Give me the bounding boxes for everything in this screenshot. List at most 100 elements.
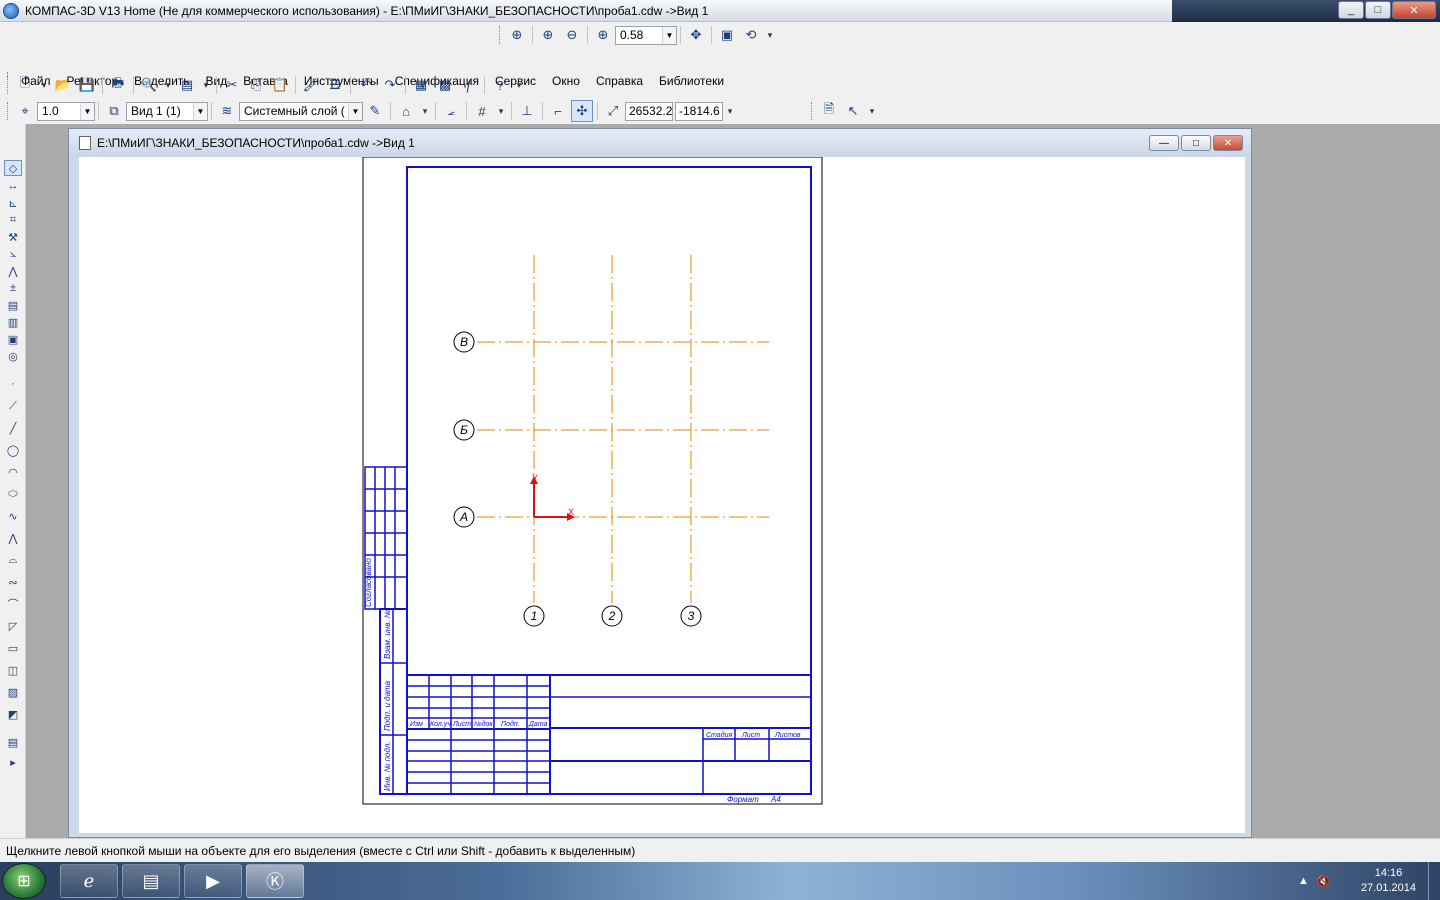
document-params-icon[interactable]: 🗎 (818, 100, 840, 122)
redo-icon[interactable]: ↷ (379, 74, 401, 96)
taskbar-kompas-icon[interactable]: Ⓚ (246, 864, 304, 898)
point-tool-icon[interactable]: · (4, 376, 22, 392)
zoom-window-icon[interactable]: ⊕ (506, 24, 528, 46)
format-brush-icon[interactable]: 🖌 (300, 74, 322, 96)
refresh-icon[interactable]: ⟲ (740, 24, 762, 46)
rectangle-tool-icon[interactable]: ▭ (4, 640, 22, 656)
minimize-button[interactable]: _ (1338, 1, 1364, 19)
fill-tool-icon[interactable]: ◩ (4, 706, 22, 722)
snap-toggle-icon[interactable]: ✣ (571, 100, 593, 122)
chevron-down-icon[interactable]: ▾ (419, 100, 431, 122)
open-folder-icon[interactable]: 📂 (52, 74, 74, 96)
document-window[interactable]: E:\ПМиИГ\ЗНАКИ_БЕЗОПАСНОСТИ\проба1.cdw -… (68, 128, 1252, 838)
taskbar-media-player-icon[interactable]: ▶ (184, 864, 242, 898)
ortho-icon[interactable]: ⦟ (440, 100, 462, 122)
doc-close-button[interactable]: ✕ (1213, 135, 1243, 151)
view-combo[interactable]: Вид 1 (1) ▼ (126, 101, 208, 121)
doc-minimize-button[interactable]: — (1149, 135, 1179, 151)
chevron-down-icon[interactable]: ▾ (495, 100, 507, 122)
dimensions-panel-icon[interactable]: ↔ (4, 178, 22, 194)
print-icon[interactable]: 🖶 (107, 74, 129, 96)
toolbar-grip[interactable] (499, 26, 502, 44)
chevron-down-icon[interactable]: ▼ (193, 102, 207, 120)
layer-state-icon[interactable]: ≋ (216, 100, 238, 122)
new-document-icon[interactable]: 🗋 (14, 74, 36, 96)
insert-panel-icon[interactable]: ▥ (4, 314, 22, 330)
layer-color-icon[interactable]: ✎ (364, 100, 386, 122)
doc-maximize-button[interactable]: □ (1181, 135, 1211, 151)
toolbar-options-icon[interactable]: ▾ (866, 100, 878, 122)
zoom-combo[interactable]: 0.58 ▼ (615, 25, 677, 45)
chevron-down-icon[interactable]: ▾ (200, 74, 212, 96)
menu-libraries[interactable]: Библиотеки (651, 74, 732, 88)
toolbar-grip[interactable] (7, 76, 10, 94)
cursor-step-icon[interactable]: ⌖ (14, 100, 36, 122)
cut-icon[interactable]: ✂ (221, 74, 243, 96)
variables-icon[interactable]: ƒ (458, 74, 480, 96)
expand-arrow-icon[interactable]: ▸ (4, 754, 22, 770)
coordinates-icon[interactable]: ⤢ (602, 100, 624, 122)
zoom-scale-icon[interactable]: ⊕ (592, 24, 614, 46)
taskbar-ie-icon[interactable]: ℯ (60, 864, 118, 898)
toolbar-options-icon[interactable]: ▾ (724, 100, 736, 122)
step-combo[interactable]: 1.0 ▼ (37, 101, 95, 121)
view-state-icon[interactable]: ⧉ (103, 100, 125, 122)
menu-window[interactable]: Окно (544, 74, 588, 88)
undo-icon[interactable]: ↶ (355, 74, 377, 96)
geometry-panel-icon[interactable]: ◇ (4, 160, 22, 176)
chamfer-tool-icon[interactable]: ◸ (4, 618, 22, 634)
equidistant-tool-icon[interactable]: ◫ (4, 662, 22, 678)
collection-tool-icon[interactable]: ▤ (4, 734, 22, 750)
spline-tool-icon[interactable]: ∿ (4, 508, 22, 524)
arc-tool-icon[interactable]: ◠ (4, 464, 22, 480)
pointer-icon[interactable]: ↖ (842, 100, 864, 122)
show-desktop-button[interactable] (1428, 862, 1440, 900)
spec-panel-icon[interactable]: ± (4, 280, 22, 296)
bezier-tool-icon[interactable]: ∾ (4, 574, 22, 590)
fillet-tool-icon[interactable]: ⌒ (4, 596, 22, 612)
start-button[interactable]: ⊞ (2, 863, 46, 899)
chevron-down-icon[interactable]: ▼ (80, 102, 94, 120)
parametrization-panel-icon[interactable]: ⚒ (4, 229, 22, 245)
select-panel-icon[interactable]: ⋀ (4, 263, 22, 279)
toolbar-options-icon[interactable]: ▾ (764, 24, 776, 46)
contour-tool-icon[interactable]: ⌓ (4, 552, 22, 568)
toolbar-grip[interactable] (811, 102, 814, 120)
close-button[interactable]: ✕ (1392, 1, 1436, 19)
coord-x-field[interactable]: 26532.2 (625, 101, 673, 121)
show-all-icon[interactable]: ▣ (716, 24, 738, 46)
taskbar-explorer-icon[interactable]: ▤ (122, 864, 180, 898)
chevron-down-icon[interactable]: ▼ (662, 26, 676, 44)
ortho-mode-icon[interactable]: ⌐ (547, 100, 569, 122)
local-cs-icon[interactable]: ⊥ (516, 100, 538, 122)
grid-icon[interactable]: # (471, 100, 493, 122)
help-pointer-icon[interactable]: ? (489, 74, 511, 96)
chevron-down-icon[interactable]: ▼ (348, 102, 362, 120)
clock[interactable]: 14:16 27.01.2014 (1361, 866, 1416, 896)
snap-magnet-icon[interactable]: ⌂ (395, 100, 417, 122)
ellipse-tool-icon[interactable]: ⬭ (4, 486, 22, 502)
menu-help[interactable]: Справка (588, 74, 651, 88)
zoom-in-icon[interactable]: ⊕ (537, 24, 559, 46)
toolbar-options-icon[interactable]: ▾ (513, 74, 525, 96)
fragment-panel-icon[interactable]: ▣ (4, 331, 22, 347)
volume-muted-icon[interactable]: 🔇 (1317, 875, 1331, 888)
print-preview-icon[interactable]: 🔍 (138, 74, 160, 96)
maximize-button[interactable]: □ (1365, 1, 1391, 19)
kompas-app-icon[interactable] (3, 2, 19, 19)
reports-panel-icon[interactable]: ▤ (4, 297, 22, 313)
toolbar-grip[interactable] (7, 102, 10, 120)
document-title-bar[interactable]: E:\ПМиИГ\ЗНАКИ_БЕЗОПАСНОСТИ\проба1.cdw -… (69, 129, 1251, 157)
aux-line-tool-icon[interactable]: ⟋ (4, 398, 22, 414)
circle-tool-icon[interactable]: ◯ (4, 442, 22, 458)
clipboard-list-icon[interactable]: ☰ (324, 74, 346, 96)
coord-y-field[interactable]: -1814.6 (675, 101, 723, 121)
copy-icon[interactable]: ⎘ (245, 74, 267, 96)
designations-panel-icon[interactable]: ⊾ (4, 195, 22, 211)
pan-icon[interactable]: ✥ (685, 24, 707, 46)
measure-panel-icon[interactable]: ⦣ (4, 246, 22, 262)
drawing-canvas[interactable]: Согласовано Взам. инв. № Подп. и дата Ин… (79, 157, 1245, 833)
segment-tool-icon[interactable]: ╱ (4, 420, 22, 436)
manager-icon[interactable]: ▦ (410, 74, 432, 96)
chevron-down-icon[interactable]: ▾ (162, 74, 174, 96)
